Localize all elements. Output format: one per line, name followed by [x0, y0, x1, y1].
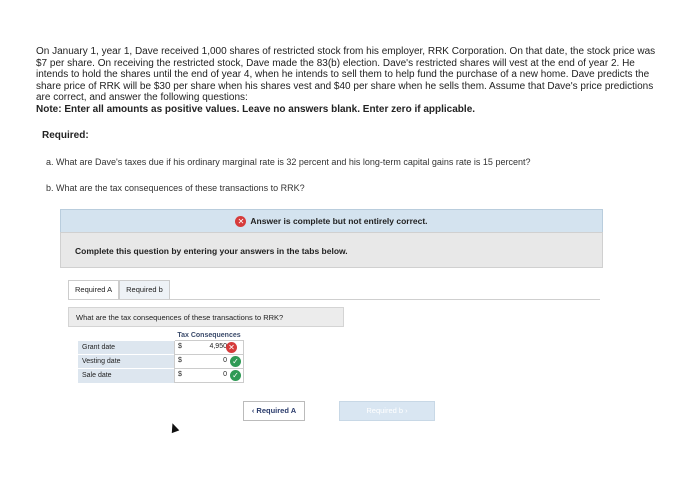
- prev-required-a-button[interactable]: ‹ Required A: [243, 401, 305, 421]
- tax-consequences-table: Tax Consequences Grant date $ 4,950 ✕ Ve…: [78, 332, 244, 383]
- tab-panel: What are the tax consequences of these t…: [68, 299, 600, 432]
- tab-strip: Required A Required b: [68, 280, 170, 299]
- row-label-vesting-date: Vesting date: [78, 354, 175, 369]
- value-sale-date: 0: [223, 371, 227, 378]
- question-b: b. What are the tax consequences of thes…: [46, 183, 305, 193]
- problem-note: Note: Enter all amounts as positive valu…: [36, 103, 476, 115]
- question-a: a. What are Dave's taxes due if his ordi…: [46, 157, 531, 167]
- currency-symbol: $: [178, 343, 182, 350]
- row-label-grant-date: Grant date: [78, 340, 175, 355]
- instructions-box: Complete this question by entering your …: [60, 232, 603, 268]
- instructions-text: Complete this question by entering your …: [75, 246, 348, 256]
- table-row: Sale date $ 0 ✓: [78, 368, 244, 383]
- table-row: Grant date $ 4,950 ✕: [78, 340, 244, 355]
- table-row: Vesting date $ 0 ✓: [78, 354, 244, 369]
- panel-question-text: What are the tax consequences of these t…: [76, 313, 284, 322]
- next-required-b-button[interactable]: Required b ›: [339, 401, 435, 421]
- currency-symbol: $: [178, 371, 182, 378]
- problem-text: On January 1, year 1, Dave received 1,00…: [36, 46, 656, 104]
- correct-icon: ✓: [230, 370, 241, 381]
- correct-icon: ✓: [230, 356, 241, 367]
- incorrect-icon: ✕: [235, 215, 247, 227]
- page: On January 1, year 1, Dave received 1,00…: [0, 0, 700, 487]
- column-header-tax-consequences: Tax Consequences: [177, 332, 241, 339]
- required-heading: Required:: [42, 130, 89, 141]
- input-vesting-date[interactable]: $ 0 ✓: [174, 354, 244, 369]
- incorrect-icon: ✕: [226, 342, 237, 353]
- tab-required-a[interactable]: Required A: [68, 280, 120, 299]
- value-grant-date: 4,950: [209, 343, 227, 350]
- answer-status-text: Answer is complete but not entirely corr…: [250, 216, 428, 226]
- currency-symbol: $: [178, 357, 182, 364]
- input-sale-date[interactable]: $ 0 ✓: [174, 368, 244, 383]
- panel-question-bar: What are the tax consequences of these t…: [68, 307, 344, 327]
- table-corner: [78, 332, 175, 341]
- row-label-sale-date: Sale date: [78, 368, 175, 383]
- problem-statement: On January 1, year 1, Dave received 1,00…: [36, 46, 666, 116]
- tab-required-b[interactable]: Required b: [119, 280, 170, 299]
- answer-status-bar: ✕ Answer is complete but not entirely co…: [60, 209, 603, 233]
- value-vesting-date: 0: [223, 357, 227, 364]
- input-grant-date[interactable]: $ 4,950 ✕: [174, 340, 244, 355]
